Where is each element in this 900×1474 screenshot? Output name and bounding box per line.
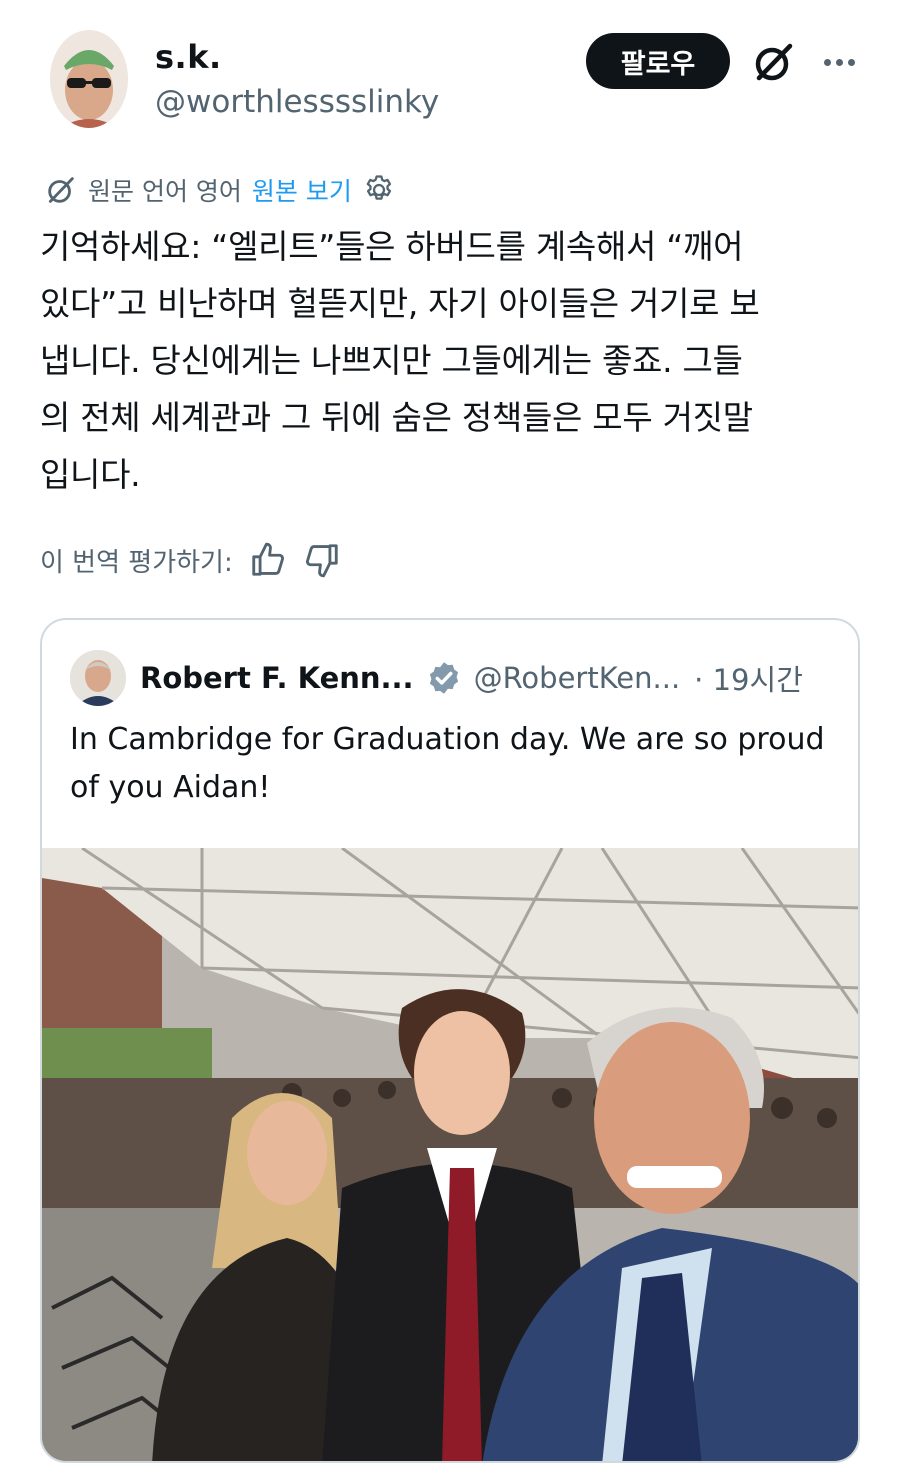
quoted-author-handle[interactable]: @RobertKen... xyxy=(474,661,681,695)
tweet-line: 냅니다. 당신에게는 나쁘지만 그들에게는 좋죠. 그들 xyxy=(40,341,743,380)
verified-badge-icon xyxy=(426,660,462,696)
author-display-name[interactable]: s.k. xyxy=(155,38,222,76)
translate-slashed-circle-icon xyxy=(44,173,78,207)
slashed-circle-icon[interactable] xyxy=(750,38,798,86)
quoted-tweet[interactable]: Robert F. Kenn... @RobertKen... · 19시간 I… xyxy=(40,618,860,1463)
graduation-photo[interactable] xyxy=(42,848,858,1461)
tweet-line: 의 전체 세계관과 그 뒤에 숨은 정책들은 모두 거짓말 xyxy=(40,398,753,437)
thumbs-up-icon[interactable] xyxy=(249,541,287,579)
gear-icon[interactable] xyxy=(362,173,396,207)
tweet-header: s.k. @worthlesssslinky 팔로우 xyxy=(0,0,900,150)
translation-source-label: 원문 언어 영어 xyxy=(88,177,242,206)
quoted-author-avatar[interactable] xyxy=(70,650,126,706)
quoted-timestamp[interactable]: · 19시간 xyxy=(694,657,803,699)
tweet-line: 입니다. xyxy=(40,455,141,494)
show-original-link[interactable]: 원본 보기 xyxy=(252,172,352,208)
quoted-tweet-header: Robert F. Kenn... @RobertKen... · 19시간 xyxy=(70,648,850,708)
tweet-line: 기억하세요: “엘리트”들은 하버드를 계속해서 “깨어 xyxy=(40,227,744,266)
author-handle[interactable]: @worthlesssslinky xyxy=(155,84,439,120)
rate-translation-label: 이 번역 평가하기: xyxy=(40,547,233,578)
thumbs-down-icon[interactable] xyxy=(303,541,341,579)
quoted-author-name[interactable]: Robert F. Kenn... xyxy=(140,661,414,695)
ellipsis-icon[interactable] xyxy=(818,44,860,80)
author-avatar[interactable] xyxy=(50,30,128,128)
tweet-body: 기억하세요: “엘리트”들은 하버드를 계속해서 “깨어 있다”고 비난하며 헐… xyxy=(40,218,870,503)
quoted-tweet-text: In Cambridge for Graduation day. We are … xyxy=(70,722,825,805)
rate-translation-bar: 이 번역 평가하기: xyxy=(40,540,341,580)
follow-button[interactable]: 팔로우 xyxy=(586,33,730,89)
tweet-line: 있다”고 비난하며 헐뜯지만, 자기 아이들은 거기로 보 xyxy=(40,284,760,323)
translation-bar: 원문 언어 영어 원본 보기 xyxy=(44,170,396,210)
